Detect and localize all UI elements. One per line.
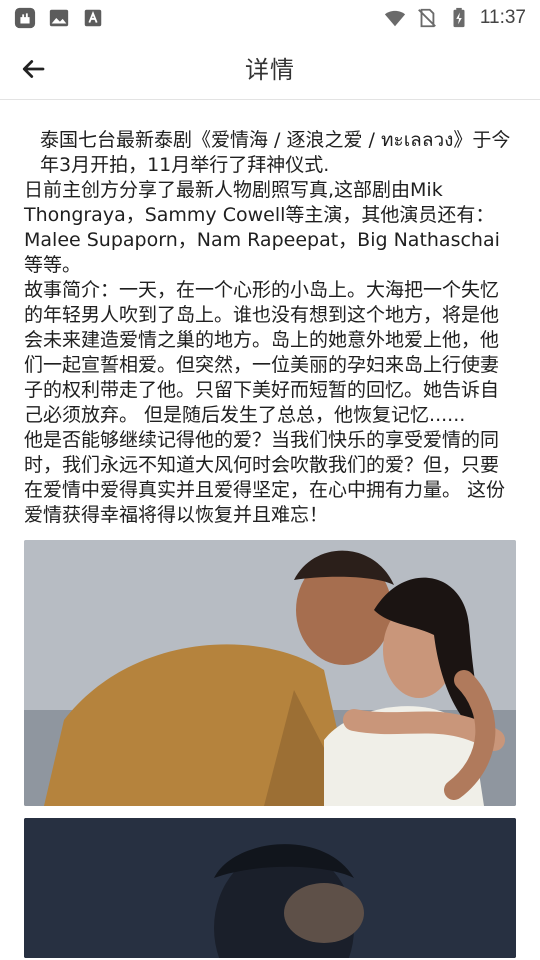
app-notification-icon xyxy=(14,7,36,29)
image-icon xyxy=(49,9,69,27)
battery-charging-icon xyxy=(453,7,465,28)
article-paragraph-3: 故事简介：一天，在一个心形的小岛上。大海把一个失忆的年轻男人吹到了岛上。谁也没有… xyxy=(24,279,500,426)
article-content: 泰国七台最新泰剧《爱情海 / 逐浪之爱 / ทะเลลวง》于今年3月开拍，11… xyxy=(24,128,516,958)
back-arrow-icon[interactable] xyxy=(18,54,48,84)
no-sim-icon xyxy=(417,8,436,28)
article-paragraph-4: 他是否能够继续记得他的爱？当我们快乐的享受爱情的同时，我们永远不知道大风何时会吹… xyxy=(24,429,506,526)
portrait-photo-illustration xyxy=(24,818,516,958)
wifi-icon xyxy=(384,10,405,27)
status-time: 11:37 xyxy=(479,7,526,28)
couple-photo-illustration xyxy=(24,540,516,806)
page-title: 详情 xyxy=(245,56,295,84)
article-text: 泰国七台最新泰剧《爱情海 / 逐浪之爱 / ทะเลลวง》于今年3月开拍，11… xyxy=(24,128,516,528)
drama-photo-1 xyxy=(24,540,516,806)
article-paragraph-2: 日前主创方分享了最新人物剧照写真,这部剧由Mik Thongraya，Sammy… xyxy=(24,179,500,276)
app-bar: 详情 xyxy=(0,36,540,100)
status-left xyxy=(14,7,104,29)
text-badge-icon xyxy=(84,9,102,27)
article-paragraph-1: 泰国七台最新泰剧《爱情海 / 逐浪之爱 / ทะเลลวง》于今年3月开拍，11… xyxy=(40,129,511,176)
status-right: 11:37 xyxy=(384,7,526,29)
drama-photo-2 xyxy=(24,818,516,958)
status-bar: 11:37 xyxy=(0,0,540,36)
